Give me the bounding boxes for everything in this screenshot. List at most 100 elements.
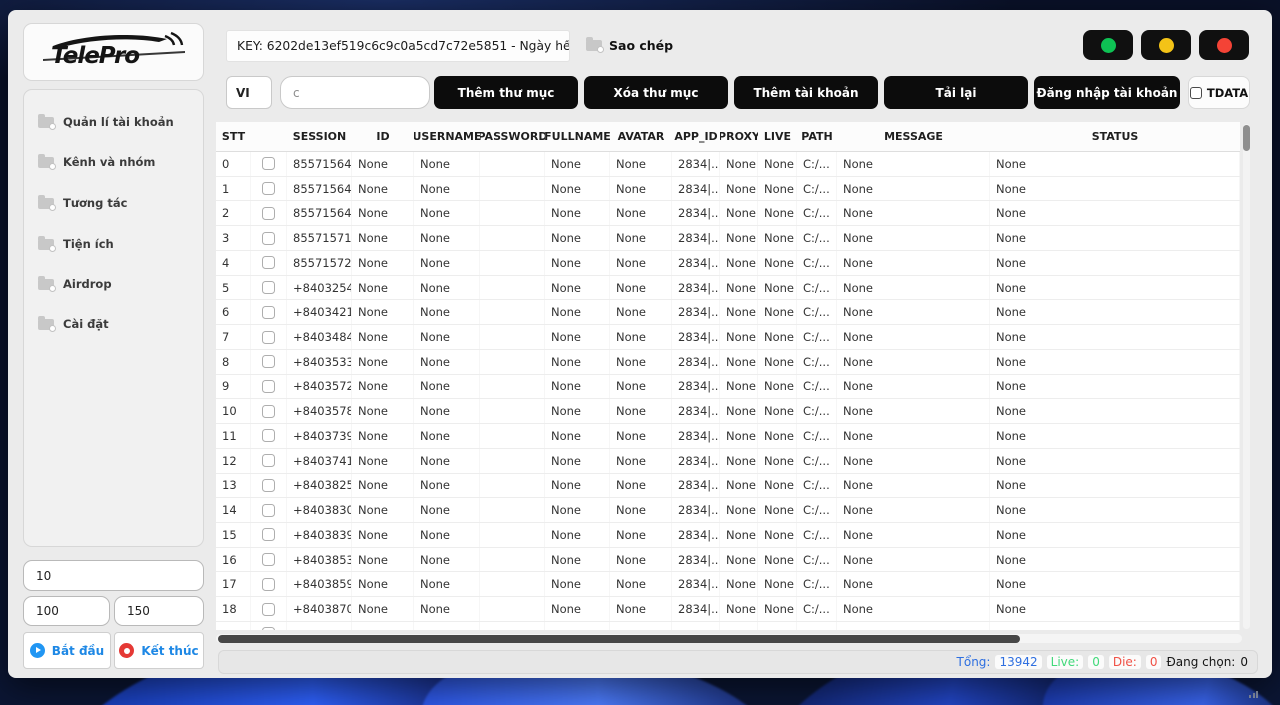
header-checkbox[interactable] [251, 122, 287, 151]
row-checkbox[interactable] [262, 207, 275, 220]
header-id[interactable]: ID [352, 122, 414, 151]
row-checkbox[interactable] [262, 553, 275, 566]
row-checkbox[interactable] [262, 281, 275, 294]
search-input[interactable] [280, 76, 430, 109]
sidebar-item-cai-dat[interactable]: Cài đặt [38, 314, 109, 334]
cell-stt: 18 [216, 597, 251, 621]
table-row[interactable]: 15 +8403839... None None None None 2834|… [216, 523, 1240, 548]
cell-message: None [837, 152, 990, 176]
cell-id: None [352, 597, 414, 621]
row-checkbox[interactable] [262, 331, 275, 344]
add-folder-button[interactable]: Thêm thư mục [434, 76, 578, 109]
row-checkbox[interactable] [262, 504, 275, 517]
cell-live: None [758, 350, 797, 374]
horizontal-scrollbar-thumb[interactable] [218, 635, 1020, 643]
row-checkbox[interactable] [262, 157, 275, 170]
sidebar-item-label: Tương tác [63, 196, 127, 210]
cell-fullname: None [545, 523, 610, 547]
tdata-checkbox[interactable]: TDATA [1188, 76, 1250, 109]
table-row[interactable]: 16 +8403853... None None None None 2834|… [216, 548, 1240, 573]
header-proxy[interactable]: PROXY [720, 122, 758, 151]
sidebar-item-tuong-tac[interactable]: Tương tác [38, 193, 127, 213]
window-pill-green-button[interactable] [1083, 30, 1133, 60]
table-row[interactable]: 13 +8403825... None None None None 2834|… [216, 474, 1240, 499]
header-path[interactable]: PATH [797, 122, 837, 151]
row-checkbox[interactable] [262, 380, 275, 393]
table-row[interactable]: 6 +8403421... None None None None 2834|.… [216, 300, 1240, 325]
table-row[interactable]: 3 855715712... None None None None 2834|… [216, 226, 1240, 251]
row-checkbox[interactable] [262, 627, 275, 630]
header-status[interactable]: STATUS [990, 122, 1240, 151]
table-row[interactable]: 12 +8403741... None None None None 2834|… [216, 449, 1240, 474]
header-avatar[interactable]: AVATAR [610, 122, 672, 151]
table-row[interactable]: 2 855715649... None None None None 2834|… [216, 201, 1240, 226]
table-row[interactable]: 18 +8403870... None None None None 2834|… [216, 597, 1240, 622]
header-username[interactable]: USERNAME [414, 122, 480, 151]
stop-button[interactable]: Kết thúc [114, 632, 204, 669]
row-checkbox[interactable] [262, 306, 275, 319]
header-app-id[interactable]: APP_ID [672, 122, 720, 151]
sidebar-item-quan-li-tai-khoan[interactable]: Quản lí tài khoản [38, 112, 174, 132]
login-account-button[interactable]: Đăng nhập tài khoản [1034, 76, 1180, 109]
cell-stt: 3 [216, 226, 251, 250]
thread-count-input[interactable] [23, 560, 204, 591]
selected-value: 0 [1240, 655, 1248, 669]
row-checkbox[interactable] [262, 182, 275, 195]
header-password[interactable]: PASSWORD [480, 122, 545, 151]
window-pill-yellow-button[interactable] [1141, 30, 1191, 60]
header-stt[interactable]: STT [216, 122, 251, 151]
cell-checkbox [251, 399, 287, 423]
sidebar-item-kenh-va-nhom[interactable]: Kênh và nhóm [38, 152, 155, 172]
cell-id: None [352, 474, 414, 498]
row-checkbox[interactable] [262, 454, 275, 467]
cell-session: 855715712... [287, 226, 352, 250]
cell-fullname: None [545, 548, 610, 572]
vertical-scrollbar[interactable] [1243, 124, 1250, 629]
license-key-field[interactable]: KEY: 6202de13ef519c6c9c0a5cd7c72e5851 - … [226, 30, 570, 62]
table-row[interactable]: 5 +8403254... None None None None 2834|.… [216, 276, 1240, 301]
cell-password [480, 300, 545, 324]
table-row[interactable]: 11 +8403739... None None None None 2834|… [216, 424, 1240, 449]
sidebar-item-airdrop[interactable]: Airdrop [38, 274, 112, 294]
horizontal-scrollbar[interactable] [216, 634, 1242, 643]
cell-fullname: None [545, 201, 610, 225]
row-checkbox[interactable] [262, 479, 275, 492]
stop-button-label: Kết thúc [141, 644, 198, 658]
table-row[interactable]: 1 855715648... None None None None 2834|… [216, 177, 1240, 202]
table-row[interactable]: 17 +8403859... None None None None 2834|… [216, 572, 1240, 597]
row-checkbox[interactable] [262, 429, 275, 442]
range-from-input[interactable] [23, 596, 110, 626]
row-checkbox[interactable] [262, 528, 275, 541]
header-live[interactable]: LIVE [758, 122, 797, 151]
row-checkbox[interactable] [262, 603, 275, 616]
row-checkbox[interactable] [262, 355, 275, 368]
table-row[interactable]: 0 855715648... None None None None 2834|… [216, 152, 1240, 177]
table-row[interactable]: 14 +8403830... None None None None 2834|… [216, 498, 1240, 523]
table-row[interactable]: 9 +8403572... None None None None 2834|.… [216, 375, 1240, 400]
add-account-button[interactable]: Thêm tài khoản [734, 76, 878, 109]
table-row[interactable]: 4 855715723... None None None None 2834|… [216, 251, 1240, 276]
table-row[interactable] [216, 622, 1240, 630]
reload-button[interactable]: Tải lại [884, 76, 1028, 109]
cell-path: C:/... [797, 474, 837, 498]
header-message[interactable]: MESSAGE [837, 122, 990, 151]
row-checkbox[interactable] [262, 405, 275, 418]
delete-folder-button[interactable]: Xóa thư mục [584, 76, 728, 109]
language-select[interactable]: VI [226, 76, 272, 109]
header-session[interactable]: SESSION [287, 122, 352, 151]
header-fullname[interactable]: FULLNAME [545, 122, 610, 151]
table-row[interactable]: 7 +8403484... None None None None 2834|.… [216, 325, 1240, 350]
cell-path: C:/... [797, 350, 837, 374]
start-button[interactable]: Bắt đầu [23, 632, 111, 669]
window-pill-red-button[interactable] [1199, 30, 1249, 60]
table-row[interactable]: 8 +8403533... None None None None 2834|.… [216, 350, 1240, 375]
table-row[interactable]: 10 +8403578... None None None None 2834|… [216, 399, 1240, 424]
vertical-scrollbar-thumb[interactable] [1243, 125, 1250, 151]
row-checkbox[interactable] [262, 232, 275, 245]
cell-username: None [414, 251, 480, 275]
row-checkbox[interactable] [262, 578, 275, 591]
row-checkbox[interactable] [262, 256, 275, 269]
range-to-input[interactable] [114, 596, 204, 626]
copy-key-button[interactable]: Sao chép [586, 38, 673, 53]
sidebar-item-tien-ich[interactable]: Tiện ích [38, 234, 114, 254]
